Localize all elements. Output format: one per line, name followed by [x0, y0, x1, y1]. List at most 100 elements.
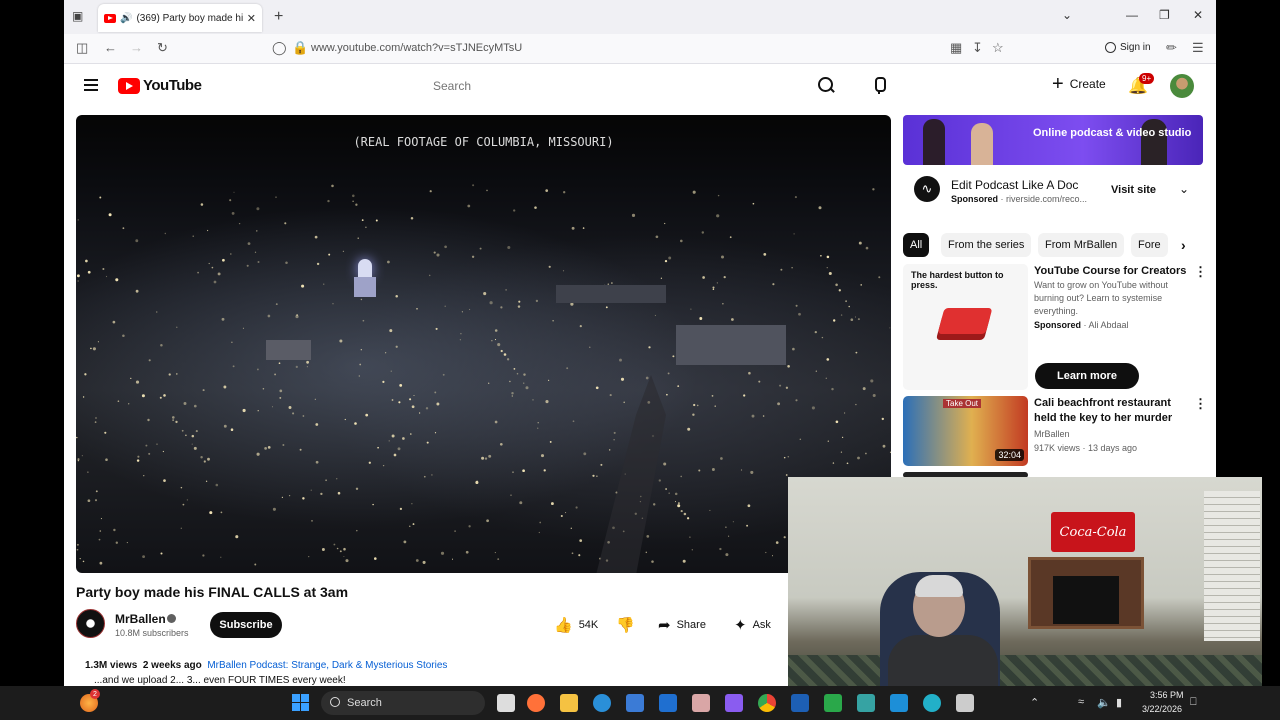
card-title[interactable]: YouTube Course for Creators [1034, 264, 1194, 279]
sponsor-subline: Sponsored · riverside.com/reco... [951, 194, 1088, 204]
chevron-down-icon[interactable]: ⌄ [1179, 182, 1189, 196]
share-icon: ➦ [658, 617, 671, 634]
tab-overflow-chevron-icon[interactable]: ⌄ [1062, 8, 1072, 22]
download-icon[interactable]: ↧ [972, 40, 983, 56]
clock-time[interactable]: 3:56 PM [1150, 690, 1184, 700]
chip-fore[interactable]: Fore [1131, 233, 1168, 257]
thumb-text: Take Out [943, 399, 982, 408]
channel-name[interactable]: MrBallen [115, 612, 166, 626]
ad-person-1 [923, 119, 945, 165]
dislike-button[interactable]: 👎 [616, 616, 635, 634]
learn-more-button[interactable]: Learn more [1035, 363, 1139, 389]
ad-banner-text: Online podcast & video studio [1033, 127, 1192, 139]
sign-in-button[interactable]: Sign in [1105, 42, 1151, 53]
app-icon[interactable] [692, 694, 710, 712]
search-icon[interactable] [816, 75, 836, 95]
notification-badge: 9+ [1139, 73, 1155, 84]
card-title[interactable]: Cali beachfront restaurant held the key … [1034, 396, 1194, 426]
verified-icon [167, 614, 176, 623]
notification-icon[interactable]: ⎕ [1190, 696, 1197, 709]
browser-tab[interactable]: 🔊 (369) Party boy made his FI ✕ [98, 4, 262, 32]
minimize-button[interactable]: — [1126, 8, 1138, 22]
subscriber-count: 10.8M subscribers [115, 628, 189, 638]
tab-strip: ▣ 🔊 (369) Party boy made his FI ✕ + ⌄ — … [64, 0, 1216, 34]
app-icon[interactable] [890, 694, 908, 712]
video-title: Party boy made his FINAL CALLS at 3am [76, 584, 349, 600]
app-icon[interactable] [659, 694, 677, 712]
create-button[interactable]: + Create [1052, 74, 1106, 94]
microphone-icon[interactable] [872, 77, 886, 95]
firefox-icon[interactable] [527, 694, 545, 712]
capitol-dome [354, 255, 376, 299]
app-icon[interactable] [956, 694, 974, 712]
sponsor-row[interactable]: ∿ Edit Podcast Like A Doc Sponsored · ri… [903, 172, 1203, 212]
share-button[interactable]: ➦ Share [658, 616, 706, 634]
video-description[interactable]: 1.3M views 2 weeks ago MrBallen Podcast:… [85, 660, 447, 671]
hamburger-menu-icon[interactable] [84, 79, 98, 91]
more-options-icon[interactable]: ⋮ [1194, 264, 1207, 280]
chip-all[interactable]: All [903, 233, 930, 257]
speaker-icon[interactable]: 🔊 [120, 13, 132, 24]
sponsor-title[interactable]: Edit Podcast Like A Doc [951, 178, 1078, 192]
maximize-button[interactable]: ❐ [1159, 8, 1170, 22]
avatar[interactable] [1170, 74, 1194, 98]
store-icon[interactable] [626, 694, 644, 712]
extensions-icon[interactable]: ✏ [1166, 40, 1177, 56]
picture-icon[interactable]: ▦ [950, 40, 962, 56]
nav-bar: ◫ ← → ↻ ◯ 🔒 www.youtube.com/watch?v=sTJN… [64, 34, 1216, 64]
youtube-logo[interactable]: YouTube [118, 77, 202, 94]
card-thumbnail[interactable]: Take Out 32:04 [903, 396, 1028, 466]
battery-icon[interactable]: ▮ [1116, 696, 1122, 709]
chrome-icon[interactable] [758, 694, 776, 712]
taskbar-search[interactable]: Search [321, 691, 485, 715]
subscribe-button[interactable]: Subscribe [210, 612, 282, 638]
url-bar[interactable]: www.youtube.com/watch?v=sTJNEcyMTsU [311, 42, 522, 54]
visit-site-button[interactable]: Visit site [1111, 184, 1156, 196]
new-tab-button[interactable]: + [274, 8, 283, 26]
tab-list-icon[interactable]: ▣ [72, 9, 86, 23]
wifi-icon[interactable]: ≈ [1078, 696, 1084, 708]
create-label: Create [1069, 77, 1106, 91]
reload-icon[interactable]: ↻ [157, 40, 168, 56]
volume-icon[interactable]: 🔈 [1097, 696, 1111, 709]
lock-icon[interactable]: 🔒 [292, 40, 308, 56]
chevron-right-icon[interactable]: › [1181, 237, 1186, 253]
shield-icon[interactable]: ◯ [272, 40, 287, 56]
more-options-icon[interactable]: ⋮ [1194, 396, 1207, 412]
back-icon[interactable]: ← [104, 40, 117, 55]
clock-date[interactable]: 3/22/2026 [1142, 704, 1182, 714]
forward-icon[interactable]: → [130, 40, 143, 55]
file-explorer-icon[interactable] [560, 694, 578, 712]
sidebar-toggle-icon[interactable]: ◫ [76, 40, 88, 56]
ask-button[interactable]: ✦ Ask [734, 616, 771, 634]
task-view-icon[interactable] [497, 694, 515, 712]
app-icon[interactable] [923, 694, 941, 712]
app-icon[interactable] [857, 694, 875, 712]
menu-icon[interactable]: ☰ [1192, 40, 1204, 56]
ad-banner[interactable]: Online podcast & video studio [903, 115, 1203, 165]
tray-chevron-icon[interactable]: ⌃ [1030, 696, 1039, 709]
window-blinds [1204, 491, 1260, 641]
start-button[interactable] [292, 694, 309, 711]
taskbar: Search ⌃ ≈ 🔈 ▮ 3:56 PM 3/22/2026 ⎕ [0, 686, 1280, 720]
bookmark-star-icon[interactable]: ☆ [992, 40, 1004, 56]
search-box[interactable] [402, 71, 804, 101]
video-player[interactable]: (REAL FOOTAGE OF COLUMBIA, MISSOURI) [76, 115, 891, 573]
close-tab-icon[interactable]: ✕ [247, 12, 256, 25]
app-icon[interactable] [824, 694, 842, 712]
edge-icon[interactable] [593, 694, 611, 712]
card-thumbnail[interactable]: The hardest button to press. [903, 264, 1028, 390]
close-window-button[interactable]: ✕ [1193, 8, 1203, 22]
channel-avatar[interactable] [76, 609, 105, 638]
app-icon[interactable] [725, 694, 743, 712]
app-icon[interactable] [791, 694, 809, 712]
podcast-link[interactable]: MrBallen Podcast: Strange, Dark & Myster… [207, 660, 447, 671]
sponsored-label: Sponsored [951, 194, 999, 204]
coca-cola-sign: Coca-Cola [1051, 512, 1135, 552]
chip-from-mrballen[interactable]: From MrBallen [1038, 233, 1125, 257]
ask-label: Ask [752, 619, 771, 631]
search-input[interactable] [433, 79, 803, 93]
like-button[interactable]: 👍 54K [554, 616, 598, 634]
card-channel[interactable]: MrBallen [1034, 428, 1194, 441]
chip-from-series[interactable]: From the series [941, 233, 1032, 257]
